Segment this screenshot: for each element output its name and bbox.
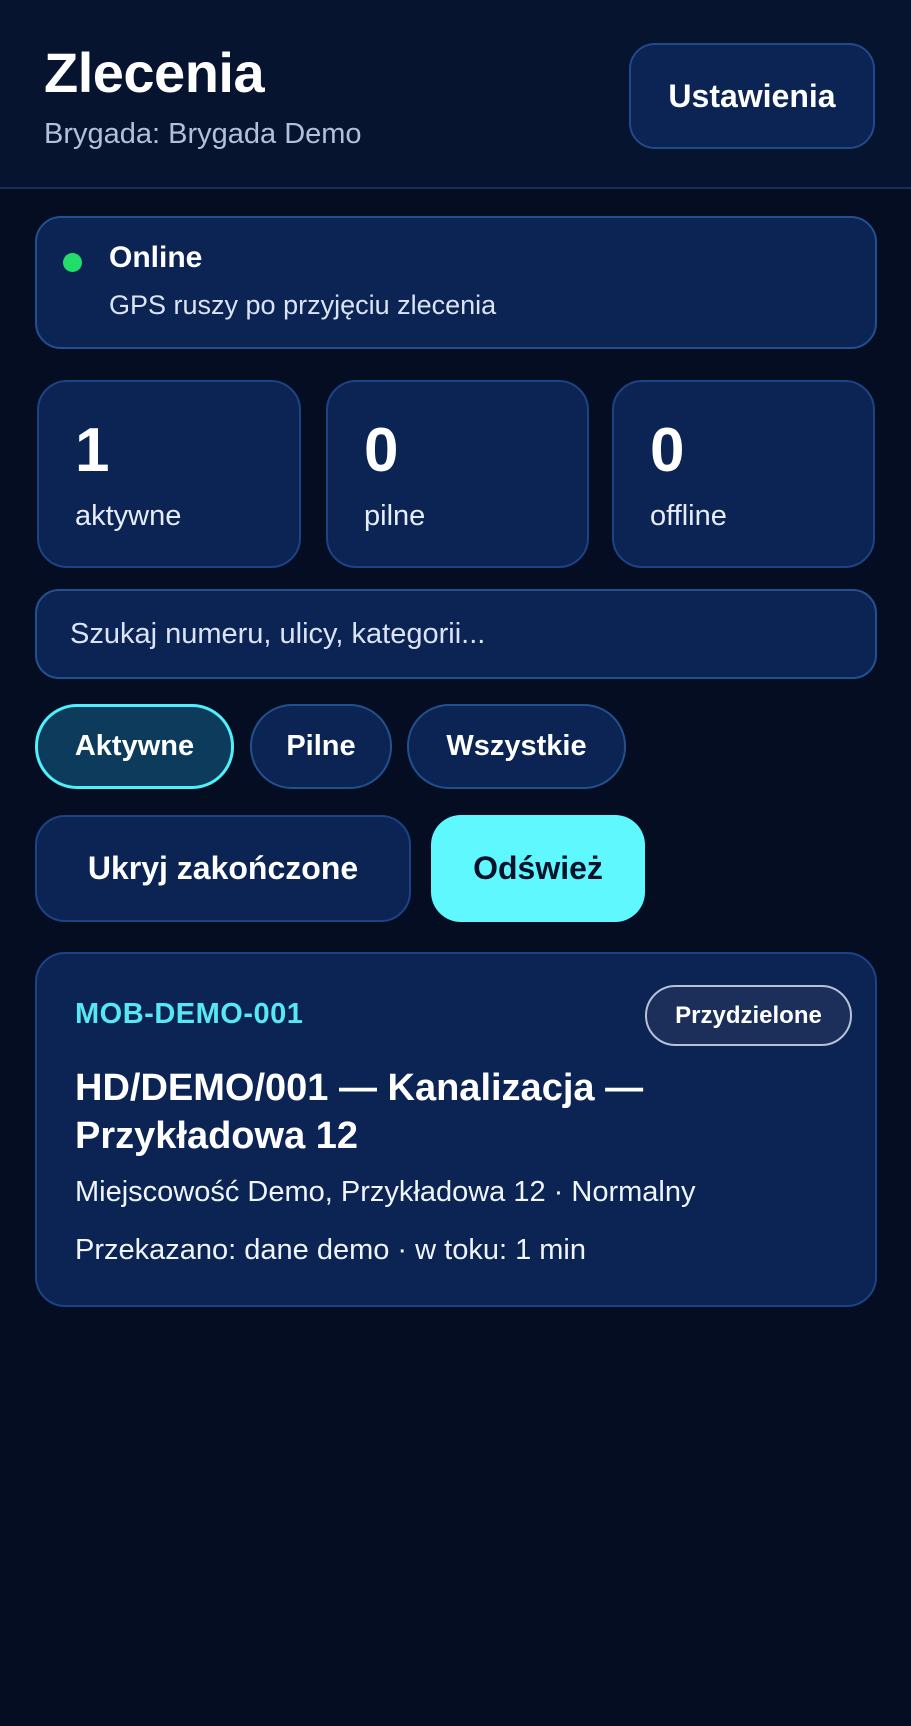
order-location: Miejscowość Demo, Przykładowa 12 · Norma… [75, 1176, 696, 1208]
order-card[interactable]: MOB-DEMO-001 Przydzielone HD/DEMO/001 — … [35, 952, 877, 1307]
status-title: Online [109, 241, 203, 274]
refresh-button[interactable]: Odśwież [431, 815, 645, 922]
page-title: Zlecenia [44, 41, 265, 104]
stat-label: offline [650, 500, 727, 532]
search-input[interactable] [35, 589, 877, 679]
order-title: HD/DEMO/001 — Kanalizacja — Przykładowa … [75, 1067, 644, 1157]
filter-chip-urgent[interactable]: Pilne [250, 704, 392, 789]
stat-value: 1 [75, 416, 110, 485]
order-code: MOB-DEMO-001 [75, 998, 304, 1030]
app-header: Zlecenia Brygada: Brygada Demo Ustawieni… [0, 0, 911, 189]
hide-completed-button[interactable]: Ukryj zakończone [35, 815, 411, 922]
brigade-subtitle: Brygada: Brygada Demo [44, 118, 362, 150]
stat-card-active: 1 aktywne [37, 380, 301, 568]
stat-card-urgent: 0 pilne [326, 380, 589, 568]
stat-label: aktywne [75, 500, 182, 532]
stat-value: 0 [650, 416, 685, 485]
status-badge: Przydzielone [645, 985, 852, 1046]
filter-chip-active[interactable]: Aktywne [35, 704, 234, 789]
stat-label: pilne [364, 500, 426, 532]
stat-value: 0 [364, 416, 399, 485]
stat-card-offline: 0 offline [612, 380, 875, 568]
connection-status-card: Online GPS ruszy po przyjęciu zlecenia [35, 216, 877, 349]
filter-chip-all[interactable]: Wszystkie [407, 704, 626, 789]
online-status-dot-icon [63, 253, 82, 272]
order-info: Przekazano: dane demo · w toku: 1 min [75, 1234, 586, 1266]
settings-button[interactable]: Ustawienia [629, 43, 875, 149]
status-subtitle: GPS ruszy po przyjęciu zlecenia [109, 290, 497, 320]
